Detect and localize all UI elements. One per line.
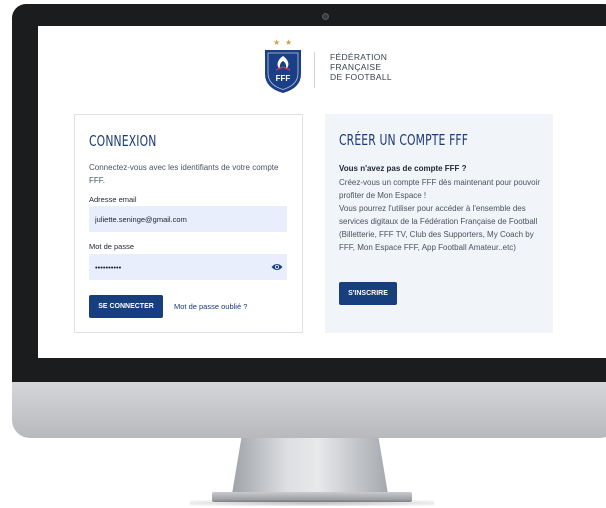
federation-name: FÉDÉRATION FRANÇAISE DE FOOTBALL bbox=[330, 52, 392, 82]
svg-text:★: ★ bbox=[273, 38, 280, 47]
create-account-description-line: Créez-vous un compte FFF dès maintenant … bbox=[339, 178, 540, 200]
federation-name-line: DE FOOTBALL bbox=[330, 72, 392, 82]
show-password-eye-icon[interactable] bbox=[271, 262, 283, 272]
create-account-question: Vous n'avez pas de compte FFF ? bbox=[339, 164, 467, 173]
screen: ★ ★ FFF FÉDÉRATION FRANÇAISE DE FOOTBALL… bbox=[38, 26, 606, 358]
brand-header: ★ ★ FFF FÉDÉRATION FRANÇAISE DE FOOTBALL bbox=[261, 32, 461, 102]
stand-shadow bbox=[190, 500, 434, 506]
login-card: CONNEXION Connectez-vous avec les identi… bbox=[74, 114, 303, 333]
password-label: Mot de passe bbox=[89, 242, 135, 251]
email-label: Adresse email bbox=[89, 195, 137, 204]
brand-divider bbox=[314, 52, 315, 88]
login-title: CONNEXION bbox=[89, 132, 157, 150]
monitor-chin bbox=[12, 382, 606, 438]
logo-text: FFF bbox=[276, 74, 291, 83]
login-description: Connectez-vous avec les identifiants de … bbox=[89, 163, 279, 185]
create-account-panel: CRÉER UN COMPTE FFF Vous n'avez pas de c… bbox=[325, 114, 553, 333]
email-field[interactable] bbox=[89, 206, 287, 232]
fff-logo-icon[interactable]: ★ ★ FFF bbox=[261, 36, 305, 94]
forgot-password-link[interactable]: Mot de passe oublié ? bbox=[174, 302, 247, 311]
create-account-description: Créez-vous un compte FFF dès maintenant … bbox=[339, 176, 545, 254]
svg-text:★: ★ bbox=[285, 38, 292, 47]
create-account-title: CRÉER UN COMPTE FFF bbox=[339, 131, 469, 149]
signup-button[interactable]: S'INSCRIRE bbox=[339, 282, 397, 305]
create-account-description-line: Vous pourrez l'utiliser pour accéder à l… bbox=[339, 204, 538, 252]
password-field[interactable] bbox=[89, 254, 287, 280]
monitor-stand bbox=[232, 438, 388, 494]
webcam-icon bbox=[322, 13, 329, 20]
login-button[interactable]: SE CONNECTER bbox=[89, 295, 163, 318]
federation-name-line: FRANÇAISE bbox=[330, 62, 382, 72]
federation-name-line: FÉDÉRATION bbox=[330, 52, 388, 62]
